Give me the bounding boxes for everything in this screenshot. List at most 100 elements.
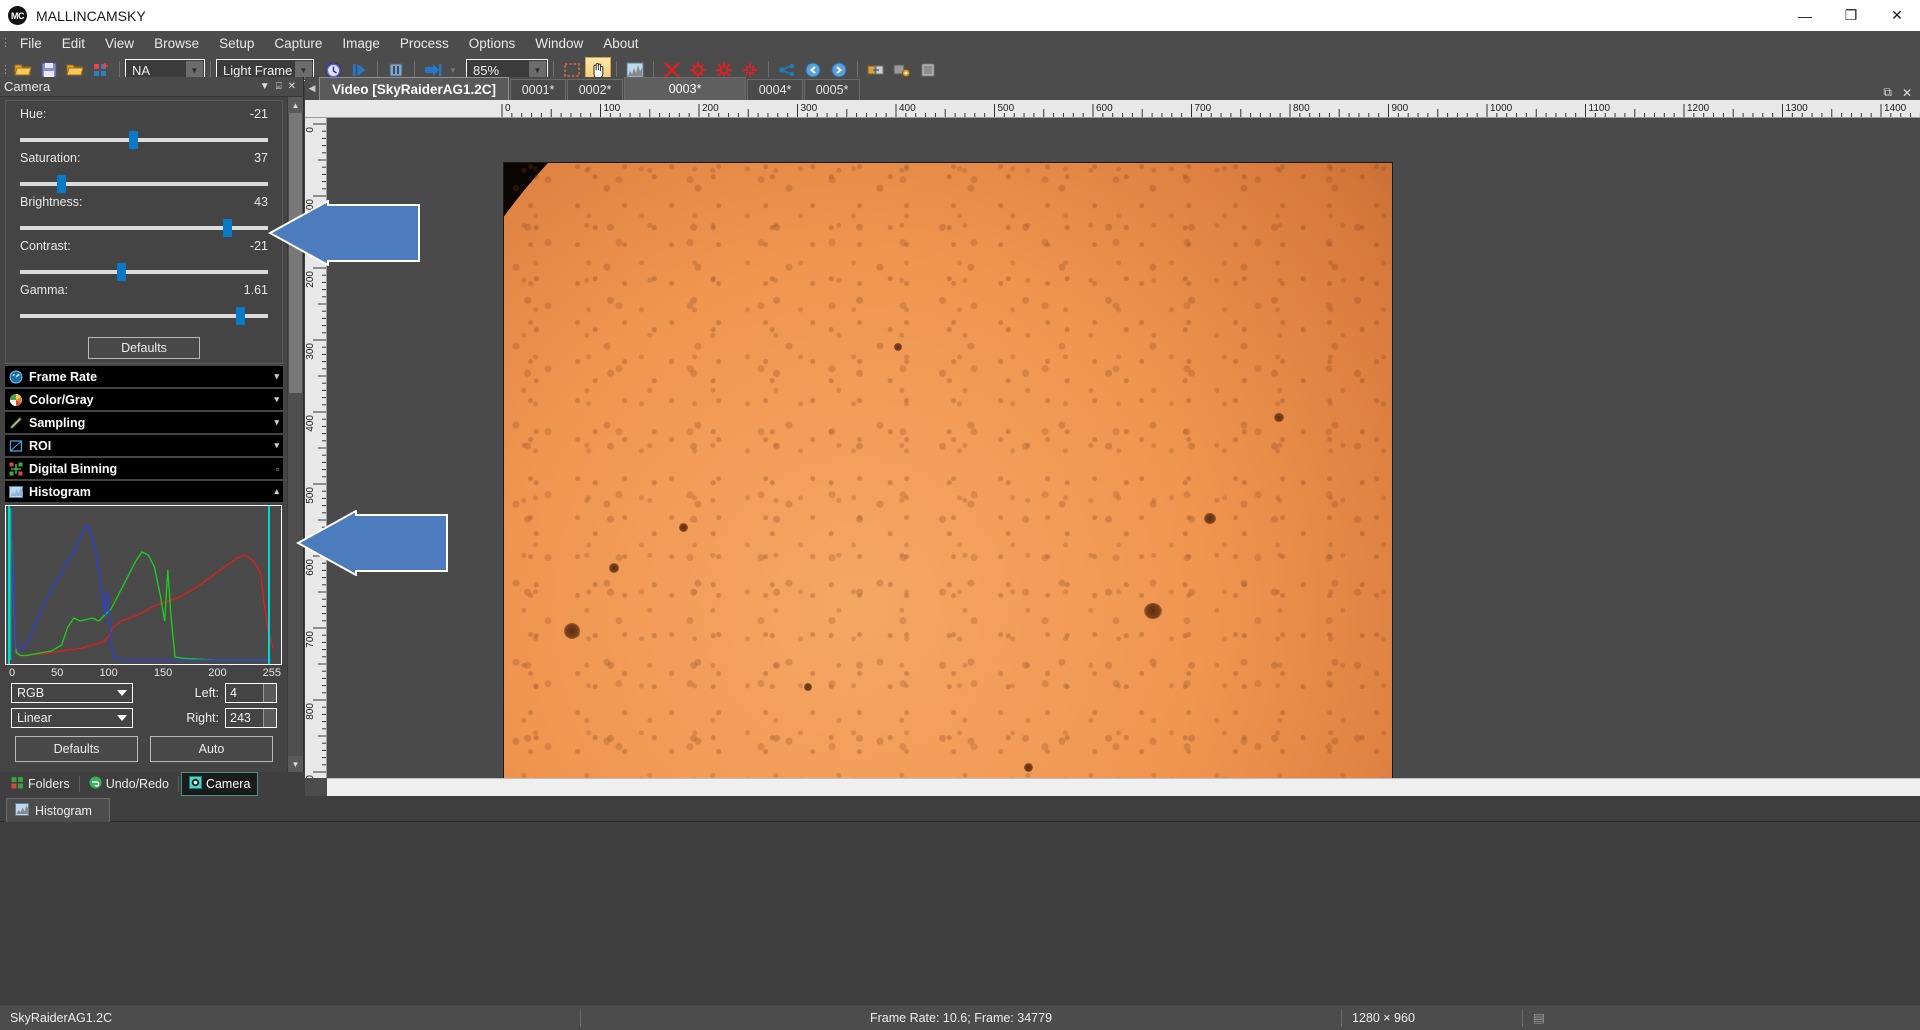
solar-image[interactable] [503,162,1393,796]
section-sampling[interactable]: Sampling ▾ [5,412,283,433]
spinner-arrows[interactable] [263,709,276,727]
sun-disc [504,163,1392,796]
histogram-icon [15,802,29,819]
section-histogram[interactable]: Histogram ▴ [5,481,283,502]
canvas-horizontal-scrollbar[interactable] [327,778,1920,796]
menu-window[interactable]: Window [525,33,593,54]
histogram-clip-spike [11,508,13,660]
slider-track [20,270,268,274]
section-frame-rate[interactable]: Frame Rate ▾ [5,366,283,387]
scroll-up-icon[interactable]: ▲ [288,97,303,113]
left-tab-folders[interactable]: Folders [4,773,77,795]
camera-defaults-button[interactable]: Defaults [88,337,200,359]
chevron-down-icon[interactable]: ▾ [274,394,279,405]
document-title[interactable]: Video [SkyRaiderAG1.2C] [319,77,510,100]
hue-slider-row: Hue: -21 [6,107,282,151]
menu-process[interactable]: Process [390,33,459,54]
chevron-down-icon[interactable]: ▼ [260,81,270,92]
left-tab-camera[interactable]: Camera [180,772,259,796]
tab-separator [177,776,179,792]
chevron-down-icon[interactable]: ▾ [274,417,279,428]
histogram-scale-select[interactable]: Linear [11,708,133,728]
svg-text:300: 300 [305,343,316,360]
menu-about[interactable]: About [593,33,648,54]
menu-setup[interactable]: Setup [209,33,264,54]
slider-thumb[interactable] [235,307,245,325]
frame-tab-0001[interactable]: 0001* [510,79,567,100]
close-icon[interactable]: ✕ [288,81,296,92]
tab-scroll-left-icon[interactable]: ◀ [305,77,319,100]
tab-separator [78,776,80,792]
chevron-down-icon[interactable] [117,715,127,721]
svg-text:200: 200 [702,103,719,114]
pin-icon[interactable]: ⌸ [276,81,282,92]
histogram-right-spinner[interactable] [225,708,277,728]
gamma-slider[interactable] [20,305,268,327]
spinner-arrows[interactable] [263,684,276,702]
histogram-right-marker[interactable] [268,506,270,664]
document-tabbar: ◀ Video [SkyRaiderAG1.2C] 0001* 0002* 00… [305,77,1920,100]
menu-file[interactable]: File [10,33,52,54]
histogram-panel: 0 50 100 150 200 255 RGB Left: 4 Linear … [5,505,283,762]
section-roi[interactable]: ROI ▾ [5,435,283,456]
svg-text:700: 700 [305,631,316,648]
slider-thumb[interactable] [223,219,233,237]
bottom-dock-tabbar: Histogram [0,796,1920,822]
menu-browse[interactable]: Browse [144,33,209,54]
menu-capture[interactable]: Capture [264,33,332,54]
frame-tab-0003[interactable]: 0003* [624,77,747,100]
bottom-tab-histogram[interactable]: Histogram [6,798,110,822]
menu-image[interactable]: Image [332,33,390,54]
binning-icon [9,462,23,476]
histogram-right-input[interactable] [226,709,263,727]
restore-icon[interactable]: ⧉ [1883,85,1892,100]
checkbox-icon[interactable]: ▫ [276,464,279,474]
scrollbar-thumb[interactable] [289,113,302,393]
menu-view[interactable]: View [95,33,144,54]
saturation-slider[interactable] [20,173,268,195]
slider-thumb[interactable] [116,263,126,281]
brightness-slider[interactable] [20,217,268,239]
maximize-button[interactable]: ❐ [1828,0,1874,31]
histogram-defaults-button[interactable]: Defaults [15,736,138,762]
histogram-left-input[interactable] [226,684,263,702]
left-tab-undo-redo[interactable]: Undo/Redo [82,773,176,795]
roi-icon [9,439,23,453]
frame-tab-0005[interactable]: 0005* [804,79,861,100]
ruler-v-ticks: 0 100 200 300 400 500 600 700 800 900 [305,123,326,778]
contrast-slider[interactable] [20,261,268,283]
section-digital-binning[interactable]: Digital Binning ▫ [5,458,283,479]
menu-options[interactable]: Options [459,33,526,54]
image-canvas[interactable] [327,118,1920,796]
close-button[interactable]: ✕ [1874,0,1920,31]
minimize-button[interactable]: — [1782,0,1828,31]
scroll-down-icon[interactable]: ▼ [288,756,303,772]
histogram-channel-select[interactable]: RGB [11,683,133,703]
histogram-chart[interactable] [5,505,282,665]
frame-tab-0002[interactable]: 0002* [567,79,624,100]
menu-edit[interactable]: Edit [52,33,95,54]
histogram-left-marker[interactable] [8,506,10,664]
contrast-value: -21 [249,239,268,253]
status-resolution: 1280 × 960 [1352,1010,1415,1025]
section-color-gray[interactable]: Color/Gray ▾ [5,389,283,410]
sunspot [609,563,619,573]
histogram-left-spinner[interactable] [225,683,277,703]
brightness-label: Brightness: [20,195,83,209]
hue-slider[interactable] [20,129,268,151]
chevron-up-icon[interactable]: ▴ [274,486,279,497]
slider-thumb[interactable] [57,175,67,193]
frame-tab-0004[interactable]: 0004* [747,79,804,100]
chevron-down-icon[interactable]: ▾ [274,440,279,451]
camera-panel-scrollbar[interactable]: ▲ ▼ [287,97,303,772]
histogram-series-blue [9,512,273,661]
sunspot [804,683,812,691]
app-title: MALLINCAMSKY [36,7,146,24]
svg-text:900: 900 [1392,103,1409,114]
histogram-auto-button[interactable]: Auto [150,736,273,762]
slider-thumb[interactable] [129,131,139,149]
close-icon[interactable]: ✕ [1902,86,1912,100]
status-bar: SkyRaiderAG1.2C Frame Rate: 10.6; Frame:… [0,1004,1920,1030]
chevron-down-icon[interactable]: ▾ [274,371,279,382]
chevron-down-icon[interactable] [117,690,127,696]
